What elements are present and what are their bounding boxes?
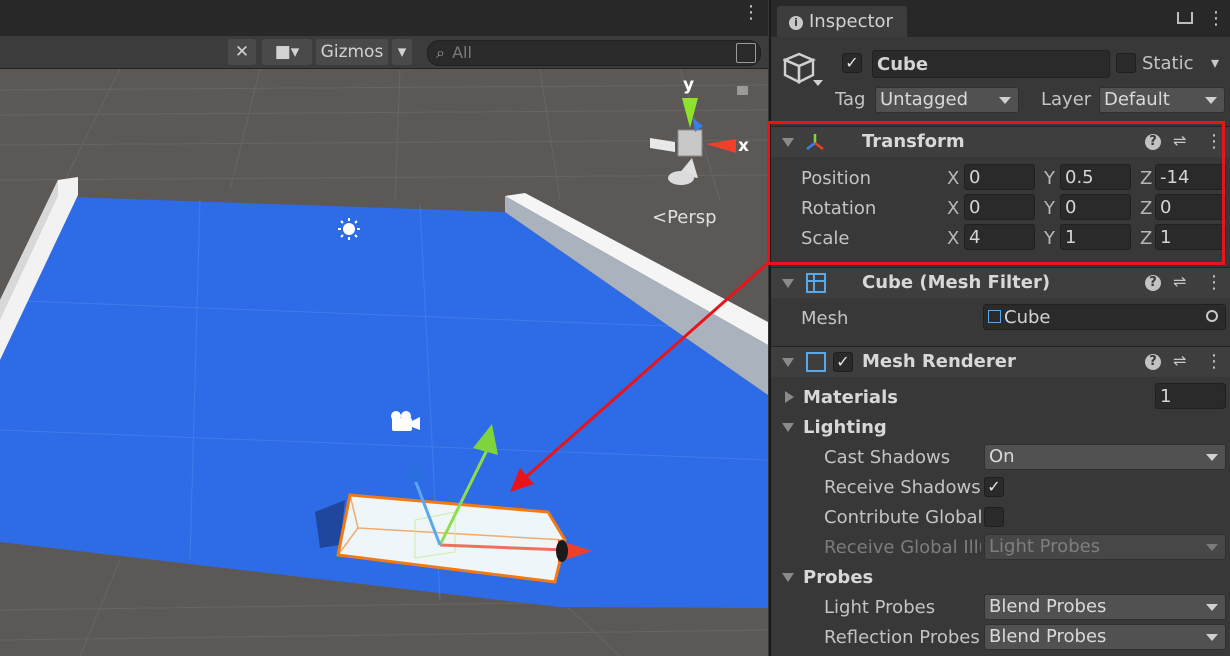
light-probes-label: Light Probes	[824, 597, 936, 618]
receive-gi-label: Receive Global Illu	[824, 537, 981, 558]
mesh-renderer-title: Mesh Renderer	[862, 351, 1016, 372]
more-options-icon[interactable]: ⋮	[1207, 8, 1225, 29]
mesh-renderer-icon	[806, 352, 826, 372]
gizmos-label: Gizmos	[320, 42, 384, 62]
layer-value: Default	[1104, 89, 1170, 110]
receive-gi-label-text: Receive Global Illu	[824, 537, 981, 558]
help-icon[interactable]: ?	[1145, 275, 1161, 291]
materials-count-field[interactable]: 1	[1155, 383, 1226, 409]
transform-highlight-box	[767, 121, 1225, 265]
lock-icon[interactable]	[1177, 12, 1193, 24]
scene-view[interactable]: ⋮ ✕ ■▾ Gizmos ▾ ⌕ All y x <Persp	[0, 0, 768, 656]
light-probes-dropdown[interactable]: Blend Probes	[984, 594, 1226, 620]
receive-gi-dropdown: Light Probes	[984, 534, 1226, 560]
help-icon[interactable]: ?	[1145, 354, 1161, 370]
foldout-arrow-icon[interactable]	[782, 358, 794, 367]
scene-toolbar: ✕ ■▾ Gizmos ▾ ⌕ All	[0, 36, 768, 69]
probes-foldout-icon[interactable]	[782, 573, 794, 582]
cast-shadows-label: Cast Shadows	[824, 447, 951, 468]
more-options-icon[interactable]: ⋮	[742, 4, 760, 22]
component-menu-icon[interactable]: ⋮	[1205, 272, 1223, 293]
contribute-global-checkbox[interactable]	[984, 507, 1004, 527]
tag-label: Tag	[835, 89, 866, 110]
presets-icon[interactable]: ⇌	[1173, 351, 1186, 370]
search-placeholder: All	[452, 43, 472, 62]
probes-label: Probes	[803, 567, 874, 588]
gameobject-icon[interactable]	[781, 50, 829, 99]
chevron-down-icon	[1206, 454, 1218, 461]
static-dropdown-icon[interactable]: ▾	[1211, 53, 1219, 72]
persp-arrow-icon: <	[652, 207, 668, 228]
cast-shadows-dropdown[interactable]: On	[984, 444, 1226, 470]
info-icon: i	[789, 16, 803, 30]
mesh-value: Cube	[1004, 307, 1051, 328]
materials-label: Materials	[803, 387, 898, 408]
chevron-down-icon	[1205, 97, 1217, 104]
reflection-probes-label: Reflection Probes	[824, 627, 980, 648]
chevron-down-icon	[999, 97, 1011, 104]
tag-dropdown[interactable]: Untagged	[875, 87, 1019, 113]
scene-tab-bar: ⋮	[0, 0, 768, 36]
presets-icon[interactable]: ⇌	[1173, 272, 1186, 291]
mesh-filter-header[interactable]: Cube (Mesh Filter) ? ⇌ ⋮	[771, 267, 1230, 298]
camera-icon[interactable]: ■▾	[262, 39, 312, 65]
object-picker-icon[interactable]	[1206, 310, 1218, 322]
scene-search-input[interactable]: ⌕ All	[427, 40, 761, 66]
inspector-panel: i Inspector ⋮ ✓ Cube Static ▾ Tag Untagge…	[767, 0, 1230, 656]
search-icon: ⌕	[436, 43, 445, 62]
mesh-icon	[988, 310, 1001, 323]
light-probes-value: Blend Probes	[989, 596, 1107, 617]
lighting-label: Lighting	[803, 417, 887, 438]
chevron-down-icon	[1206, 544, 1218, 551]
tab-inspector[interactable]: i Inspector	[777, 6, 907, 37]
tag-value: Untagged	[880, 89, 969, 110]
inspector-tab-label: Inspector	[809, 11, 893, 32]
gizmos-dropdown-icon[interactable]: ▾	[392, 39, 412, 65]
static-label: Static	[1142, 53, 1194, 74]
lock-icon[interactable]	[737, 86, 748, 95]
gizmo-y-label: y	[683, 75, 695, 95]
receive-shadows-label: Receive Shadows	[824, 477, 981, 498]
scene-viewport[interactable]	[0, 69, 768, 656]
layer-label: Layer	[1041, 89, 1092, 110]
contribute-global-label: Contribute Global	[824, 507, 983, 528]
mesh-renderer-enabled-checkbox[interactable]: ✓	[833, 352, 853, 372]
gizmos-button[interactable]: Gizmos	[316, 39, 388, 65]
mesh-renderer-header[interactable]: ✓ Mesh Renderer ? ⇌ ⋮	[771, 346, 1230, 377]
object-name-field[interactable]: Cube	[872, 50, 1110, 78]
mesh-filter-icon	[806, 273, 826, 293]
mesh-object-field[interactable]: Cube	[983, 304, 1226, 330]
tools-icon[interactable]: ✕	[228, 39, 256, 65]
mesh-label: Mesh	[801, 308, 849, 329]
receive-shadows-checkbox[interactable]: ✓	[984, 477, 1004, 497]
maximize-icon[interactable]	[736, 43, 756, 63]
mesh-filter-title: Cube (Mesh Filter)	[862, 272, 1051, 293]
reflection-probes-dropdown[interactable]: Blend Probes	[984, 624, 1226, 650]
active-checkbox[interactable]: ✓	[842, 53, 862, 73]
chevron-down-icon	[1206, 604, 1218, 611]
lighting-foldout-icon[interactable]	[782, 423, 794, 432]
cast-shadows-value: On	[989, 446, 1015, 467]
reflection-probes-value: Blend Probes	[989, 626, 1107, 647]
component-menu-icon[interactable]: ⋮	[1205, 351, 1223, 372]
static-checkbox[interactable]	[1116, 53, 1136, 73]
materials-foldout-icon[interactable]	[785, 391, 794, 403]
receive-gi-value: Light Probes	[989, 536, 1101, 557]
persp-label: Persp	[667, 207, 717, 228]
foldout-arrow-icon[interactable]	[782, 279, 794, 288]
inspector-tab-bar: i Inspector ⋮	[771, 0, 1230, 37]
layer-dropdown[interactable]: Default	[1099, 87, 1225, 113]
chevron-down-icon	[1206, 634, 1218, 641]
projection-toggle[interactable]: <Persp	[652, 207, 717, 228]
gizmo-x-label: x	[738, 136, 749, 156]
